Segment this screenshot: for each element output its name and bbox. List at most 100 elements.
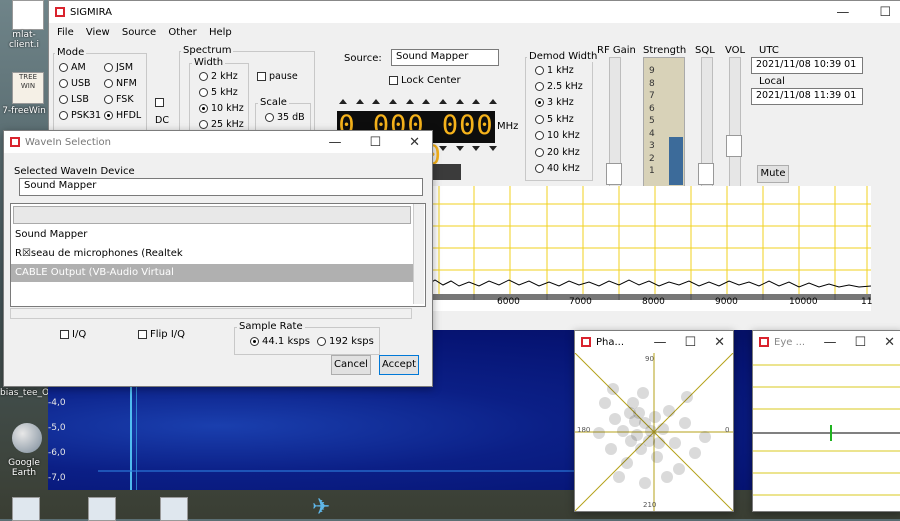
mode-nfm[interactable]: NFM: [104, 78, 137, 89]
demod-label: Demod Width: [527, 51, 600, 62]
minimize-icon[interactable]: —: [653, 335, 666, 350]
minimize-icon[interactable]: —: [836, 5, 849, 20]
menu-help[interactable]: Help: [209, 27, 232, 38]
freq-up-arrow-icon[interactable]: [339, 99, 347, 104]
freq-down-arrow-icon[interactable]: [455, 146, 464, 151]
width-2khz[interactable]: 2 kHz: [199, 71, 238, 82]
demod-2-5khz[interactable]: 2.5 kHz: [535, 81, 583, 92]
desktop-icon-label: mlat-client.i: [8, 30, 40, 50]
scale-label: Scale: [258, 97, 289, 108]
accept-button[interactable]: Accept: [379, 355, 419, 375]
mute-button[interactable]: Mute: [757, 165, 789, 183]
width-10khz[interactable]: 10 kHz: [199, 103, 244, 114]
mode-am[interactable]: AM: [59, 62, 86, 73]
device-list-header: [13, 206, 411, 224]
phase-scatter-plot: [575, 353, 733, 511]
freq-up-arrow-icon[interactable]: [455, 99, 464, 104]
width-label: Width: [192, 57, 226, 68]
settings-shortcut-icon[interactable]: [88, 497, 116, 521]
freq-up-arrow-icon[interactable]: [472, 99, 481, 104]
width-25khz[interactable]: 25 kHz: [199, 119, 244, 130]
menu-bar: File View Source Other Help: [57, 27, 241, 38]
mode-jsm[interactable]: JSM: [104, 62, 133, 73]
window-title: SIGMIRA: [70, 6, 113, 18]
settings-shortcut-icon[interactable]: [12, 497, 40, 521]
demod-3khz[interactable]: 3 kHz: [535, 97, 574, 108]
maximize-icon[interactable]: ☐: [369, 135, 381, 150]
sql-thumb[interactable]: [698, 163, 714, 185]
freq-up-arrow-icon[interactable]: [372, 99, 381, 104]
demod-10khz[interactable]: 10 kHz: [535, 130, 580, 141]
demod-40khz[interactable]: 40 kHz: [535, 163, 580, 174]
device-field[interactable]: Sound Mapper: [19, 178, 423, 196]
mode-usb[interactable]: USB: [59, 78, 91, 89]
freq-up-arrow-icon[interactable]: [488, 99, 497, 104]
waterfall-tick: -4,0: [48, 398, 66, 408]
demod-1khz[interactable]: 1 kHz: [535, 65, 574, 76]
rf-gain-label: RF Gain: [597, 45, 636, 56]
file-icon[interactable]: [12, 0, 44, 30]
freq-down-arrow-icon[interactable]: [472, 146, 481, 151]
utc-label: UTC: [759, 45, 779, 56]
source-label: Source:: [344, 53, 382, 64]
demod-20khz[interactable]: 20 kHz: [535, 147, 580, 158]
close-icon[interactable]: ✕: [714, 335, 725, 350]
plane-icon[interactable]: ✈: [312, 497, 330, 519]
close-icon[interactable]: ✕: [884, 335, 895, 350]
iq-checkbox[interactable]: I/Q: [60, 329, 86, 340]
freq-up-arrow-icon[interactable]: [388, 99, 397, 104]
list-scrollbar[interactable]: [413, 204, 424, 304]
demod-5khz[interactable]: 5 kHz: [535, 114, 574, 125]
lock-center-checkbox[interactable]: Lock Center: [389, 75, 461, 86]
maximize-icon[interactable]: ☐: [684, 335, 696, 350]
menu-source[interactable]: Source: [122, 27, 156, 38]
dc-checkbox[interactable]: [155, 97, 167, 108]
freq-up-arrow-icon[interactable]: [405, 99, 414, 104]
device-list-item[interactable]: Sound Mapper: [11, 226, 413, 244]
eye-window: Eye ... — ☐ ✕: [752, 330, 900, 512]
freq-down-arrow-icon[interactable]: [438, 146, 447, 151]
vol-thumb[interactable]: [726, 135, 742, 157]
waterfall-tick: -7,0: [48, 473, 66, 483]
horizontal-scrollbar[interactable]: [10, 308, 412, 319]
maximize-icon[interactable]: ☐: [854, 335, 866, 350]
minimize-icon[interactable]: —: [823, 335, 836, 350]
source-field[interactable]: Sound Mapper: [391, 49, 499, 66]
spectrum-plot[interactable]: [378, 186, 872, 311]
freq-up-arrow-icon[interactable]: [422, 99, 431, 104]
freq-tick-label: 6000: [497, 297, 520, 307]
maximize-icon[interactable]: ☐: [879, 5, 891, 20]
pause-checkbox[interactable]: pause: [257, 71, 298, 82]
flip-iq-checkbox[interactable]: Flip I/Q: [138, 329, 185, 340]
cancel-button[interactable]: Cancel: [331, 355, 371, 375]
app-icon: [581, 337, 591, 347]
mode-psk31[interactable]: PSK31: [59, 110, 101, 121]
menu-file[interactable]: File: [57, 27, 74, 38]
scale-35db[interactable]: 35 dB: [265, 112, 305, 123]
rate-44k[interactable]: 44.1 ksps: [250, 336, 310, 347]
settings-shortcut-icon[interactable]: [160, 497, 188, 521]
wavein-dialog: WaveIn Selection — ☐ ✕ Selected WaveIn D…: [3, 130, 433, 387]
freq-up-arrow-icon[interactable]: [438, 99, 447, 104]
minimize-icon[interactable]: —: [328, 135, 341, 150]
device-list-item[interactable]: R☒seau de microphones (Realtek: [11, 245, 413, 263]
menu-view[interactable]: View: [86, 27, 110, 38]
local-field: 2021/11/08 11:39 01: [751, 88, 863, 105]
freq-up-arrow-icon[interactable]: [355, 99, 364, 104]
device-list-item-selected[interactable]: CABLE Output (VB-Audio Virtual: [11, 264, 413, 282]
desktop-icon-label: Google Earth: [8, 458, 40, 478]
vol-slider[interactable]: [729, 57, 741, 187]
rf-gain-thumb[interactable]: [606, 163, 622, 185]
phase-window: Pha... — ☐ ✕ 90 180 0 210: [574, 330, 734, 512]
mode-fsk[interactable]: FSK: [104, 94, 134, 105]
google-earth-icon[interactable]: [12, 423, 42, 453]
freq-down-arrow-icon[interactable]: [488, 146, 497, 151]
mode-lsb[interactable]: LSB: [59, 94, 89, 105]
menu-other[interactable]: Other: [168, 27, 196, 38]
rate-192k[interactable]: 192 ksps: [317, 336, 374, 347]
mode-hfdl[interactable]: HFDL: [104, 110, 141, 121]
freq-tick-label: 9000: [715, 297, 738, 307]
freewin-icon[interactable]: TREE WIN: [12, 72, 44, 104]
width-5khz[interactable]: 5 kHz: [199, 87, 238, 98]
close-icon[interactable]: ✕: [409, 135, 420, 150]
